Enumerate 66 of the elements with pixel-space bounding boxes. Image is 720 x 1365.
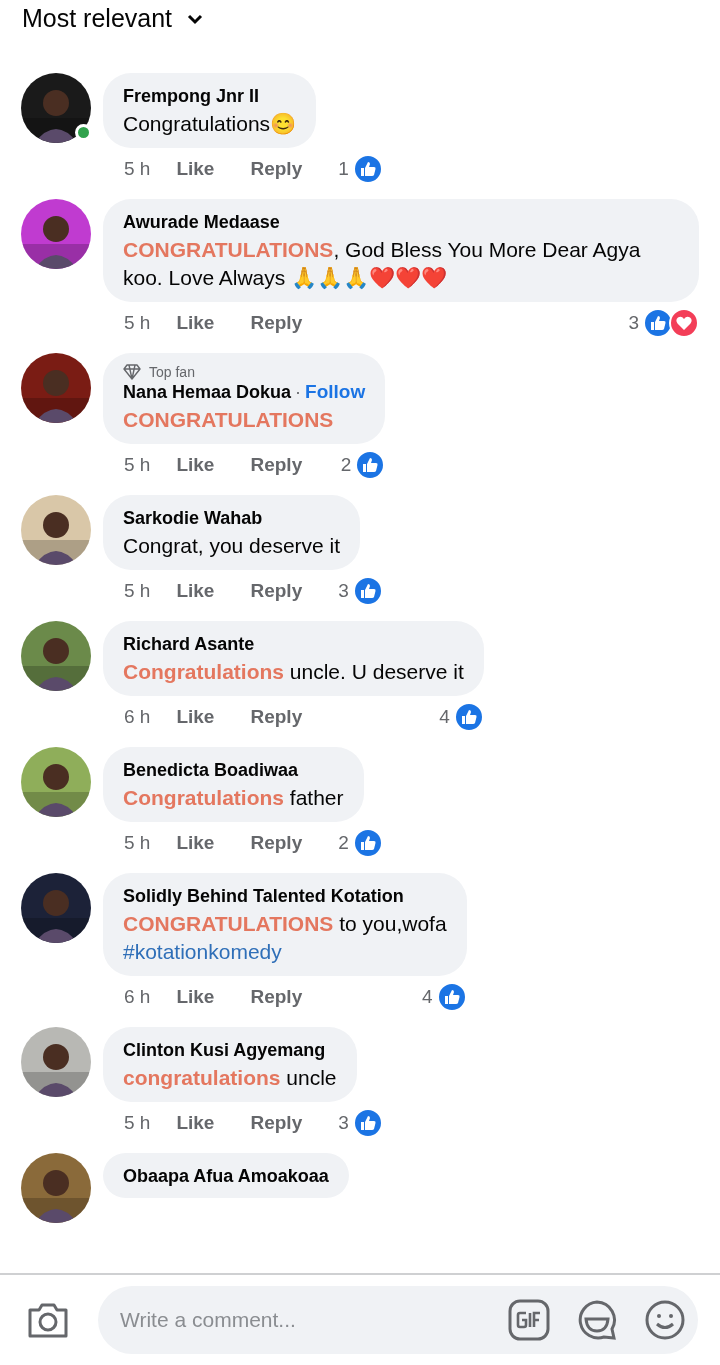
diamond-icon	[123, 364, 141, 380]
thumbs-up-icon	[453, 702, 484, 732]
reply-link[interactable]: Reply	[250, 706, 303, 728]
comment-text: Congratulations father	[123, 785, 344, 811]
like-link[interactable]: Like	[176, 1112, 215, 1134]
like-link[interactable]: Like	[176, 312, 215, 334]
comment-text: CONGRATULATIONS to you,wofa #kotationkomedy	[123, 911, 447, 965]
timestamp: 5 h	[124, 832, 151, 854]
thumbs-up-icon	[352, 154, 383, 184]
separator-dot: ·	[295, 382, 302, 402]
timestamp: 5 h	[124, 580, 151, 602]
thumbs-up-icon	[355, 450, 386, 480]
comment-text: CONGRATULATIONS	[123, 407, 335, 433]
thumbs-up-icon	[352, 828, 383, 858]
like-link[interactable]: Like	[176, 580, 215, 602]
author-name[interactable]: Solidly Behind Talented Kotation	[123, 886, 404, 906]
comment-text: congratulations uncle	[123, 1065, 337, 1091]
reply-link[interactable]: Reply	[250, 312, 303, 334]
author-name[interactable]: Clinton Kusi Agyemang	[123, 1040, 326, 1060]
thumbs-up-icon	[352, 1108, 383, 1138]
author-name[interactable]: Frempong Jnr II	[123, 86, 259, 106]
reply-link[interactable]: Reply	[250, 1112, 303, 1134]
like-link[interactable]: Like	[176, 454, 215, 476]
reaction-count: 4	[439, 706, 450, 728]
timestamp: 5 h	[124, 454, 151, 476]
author-name[interactable]: Sarkodie Wahab	[123, 508, 263, 528]
comment-text: Congrat, you deserve it	[123, 533, 341, 559]
reaction-count: 4	[422, 986, 433, 1008]
timestamp: 6 h	[124, 706, 151, 728]
reaction-count: 2	[340, 454, 352, 476]
sticker-icon[interactable]	[576, 1299, 618, 1341]
like-link[interactable]: Like	[176, 986, 215, 1008]
timestamp: 5 h	[124, 312, 151, 334]
reaction-count: 3	[628, 312, 639, 334]
thumbs-up-icon	[352, 576, 383, 606]
comment-text: Congratulations uncle. U deserve it	[123, 659, 464, 685]
reaction-count: 1	[338, 158, 349, 180]
top-fan-label: Top fan	[149, 364, 195, 380]
comment-field[interactable]: Write a comment...	[118, 1307, 482, 1333]
reaction-count: 2	[338, 832, 349, 854]
emoji-icon[interactable]	[644, 1299, 686, 1341]
author-name[interactable]: Nana Hemaa Dokua	[123, 382, 292, 402]
comment-text: Congratulations😊	[123, 111, 297, 137]
like-link[interactable]: Like	[176, 158, 215, 180]
author-name[interactable]: Awurade Medaase	[123, 212, 280, 232]
follow-link[interactable]: Follow	[305, 381, 366, 402]
reply-link[interactable]: Reply	[250, 832, 303, 854]
sort-dropdown[interactable]: Most relevant	[22, 4, 205, 33]
chevron-down-icon	[186, 12, 205, 25]
reply-link[interactable]: Reply	[250, 986, 303, 1008]
thumbs-up-icon	[436, 982, 467, 1012]
author-name[interactable]: Benedicta Boadiwaa	[123, 760, 299, 780]
comment-text: CONGRATULATIONS, God Bless You More Dear Agya koo. Love Always 🙏🙏🙏❤❤❤	[123, 237, 642, 291]
timestamp: 5 h	[124, 1112, 151, 1134]
author-name[interactable]: Richard Asante	[123, 634, 255, 654]
reaction-count: 3	[338, 580, 349, 602]
reply-link[interactable]: Reply	[250, 158, 303, 180]
timestamp: 6 h	[124, 986, 151, 1008]
gif-icon[interactable]	[508, 1299, 550, 1341]
reaction-count: 3	[338, 1112, 349, 1134]
reply-link[interactable]: Reply	[250, 580, 303, 602]
timestamp: 5 h	[124, 158, 151, 180]
like-link[interactable]: Like	[176, 706, 215, 728]
author-name[interactable]: Obaapa Afua Amoakoaa	[123, 1166, 329, 1186]
like-link[interactable]: Like	[176, 832, 215, 854]
reply-link[interactable]: Reply	[250, 454, 303, 476]
